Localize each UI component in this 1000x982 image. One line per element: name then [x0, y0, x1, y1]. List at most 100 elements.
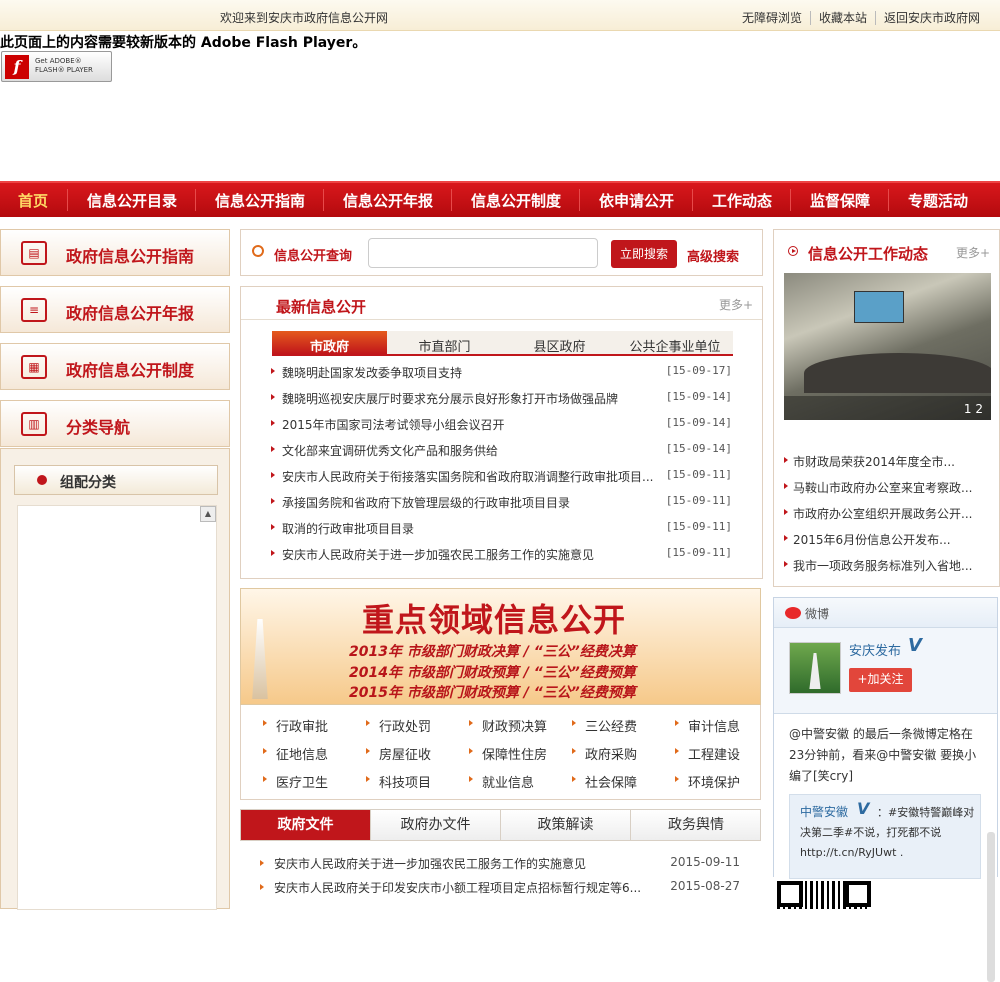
account-name[interactable]: 安庆发布 [849, 640, 901, 659]
bookmark-link[interactable]: 收藏本站 [809, 11, 875, 25]
play-icon [788, 246, 798, 256]
tab-public-enterprises[interactable]: 公共企事业单位 [617, 336, 733, 355]
advanced-search-link[interactable]: 高级搜索 [687, 246, 739, 265]
topic-link[interactable]: 三公经费 [572, 716, 637, 735]
nav-supervision[interactable]: 监督保障 [810, 190, 870, 211]
tab-county-government[interactable]: 县区政府 [502, 336, 617, 355]
topic-link[interactable]: 工程建设 [675, 744, 740, 763]
scroll-up-icon[interactable]: ▲ [200, 506, 216, 522]
topic-link[interactable]: 社会保障 [572, 772, 637, 791]
flash-icon: f [5, 55, 29, 79]
topic-link[interactable]: 征地信息 [263, 744, 328, 763]
document-search-icon: ▤ [21, 241, 47, 265]
list-item[interactable]: 2015年6月份信息公开发布... [784, 528, 991, 554]
topic-link[interactable]: 环境保护 [675, 772, 740, 791]
topic-link[interactable]: 财政预决算 [469, 716, 547, 735]
nav-home[interactable]: 首页 [18, 190, 48, 211]
banner-line: 2014年 市级部门财政预算 / “三公”经费预算 [349, 665, 636, 681]
key-areas-banner[interactable]: 重点领域信息公开 2013年 市级部门财政决算 / “三公”经费决算 2014年… [240, 588, 761, 705]
avatar[interactable] [789, 642, 841, 694]
weibo-icon [785, 607, 801, 619]
panel-title: 最新信息公开 [276, 298, 367, 316]
news-item[interactable]: 取消的行政审批项目目录 [15-09-11] [271, 517, 736, 543]
qr-code [777, 881, 871, 909]
left-system-button[interactable]: ▦ 政府信息公开制度 [0, 343, 230, 390]
topic-link[interactable]: 政府采购 [572, 744, 637, 763]
tab-city-departments[interactable]: 市直部门 [387, 336, 502, 355]
topic-link[interactable]: 保障性住房 [469, 744, 547, 763]
info-search: 信息公开查询 立即搜索 高级搜索 [240, 229, 763, 276]
meeting-photo[interactable]: 1 2 [784, 273, 991, 420]
topic-link[interactable]: 房屋征收 [366, 744, 431, 763]
more-link[interactable]: 更多+ [719, 296, 753, 313]
left-annual-report-button[interactable]: ≡ 政府信息公开年报 [0, 286, 230, 333]
list-item[interactable]: 我市一项政务服务标准列入省地... [784, 554, 991, 580]
work-dynamics-panel: 信息公开工作动态 更多+ 1 2 市财政局荣获2014年度全市... 马鞍山市政… [773, 229, 1000, 587]
topic-link[interactable]: 审计信息 [675, 716, 740, 735]
category-list: ▲ [17, 505, 217, 910]
list-item[interactable]: 市财政局荣获2014年度全市... [784, 450, 991, 476]
list-item[interactable]: 市政府办公室组织开展政务公开... [784, 502, 991, 528]
topic-link[interactable]: 科技项目 [366, 772, 431, 791]
weibo-post: @中警安徽 的最后一条微博定格在23分钟前，看来@中警安徽 要换小编了[笑cry… [789, 727, 977, 783]
calendar-icon: ▥ [21, 412, 47, 436]
document-tabs: 政府文件 政府办文件 政策解读 政务舆情 [240, 809, 761, 841]
topic-link[interactable]: 就业信息 [469, 772, 534, 791]
weibo-title: 微博 [805, 607, 830, 621]
nav-work-news[interactable]: 工作动态 [712, 190, 772, 211]
document-icon: ▦ [21, 355, 47, 379]
search-label: 信息公开查询 [274, 249, 353, 264]
banner-line: 2013年 市级部门财政决算 / “三公”经费决算 [349, 644, 636, 660]
home-site-link[interactable]: 返回安庆市政府网 [874, 11, 988, 25]
document-item[interactable]: 安庆市人民政府关于进一步加强农民工服务工作的实施意见 2015-09-11 [260, 853, 740, 877]
get-flash-player-button[interactable]: f Get ADOBE® FLASH® PLAYER [1, 51, 112, 82]
topic-link[interactable]: 医疗卫生 [263, 772, 328, 791]
search-input[interactable] [368, 238, 598, 268]
left-category-nav-header: ▥ 分类导航 [0, 400, 230, 447]
nav-annual-report[interactable]: 信息公开年报 [343, 190, 433, 211]
category-group-button[interactable]: 组配分类 [14, 465, 218, 495]
tab-office-documents[interactable]: 政府办文件 [371, 810, 501, 840]
document-item[interactable]: 安庆市人民政府关于印发安庆市小额工程项目定点招标暂行规定等6... 2015-08… [260, 877, 740, 901]
quoted-account[interactable]: 中警安徽 [800, 803, 848, 820]
nav-request[interactable]: 依申请公开 [599, 190, 674, 211]
tab-policy-interpretation[interactable]: 政策解读 [501, 810, 631, 840]
quoted-post: ：#安徽特警巅峰对决第二季#不说，打死都不说 http://t.cn/RyJUw… [789, 794, 981, 879]
search-icon [252, 245, 264, 257]
banner-line: 2015年 市级部门财政预算 / “三公”经费预算 [349, 685, 636, 701]
left-guide-button[interactable]: ▤ 政府信息公开指南 [0, 229, 230, 276]
main-nav: 首页 信息公开目录 信息公开指南 信息公开年报 信息公开制度 依申请公开 工作动… [0, 181, 1000, 217]
tab-public-opinion[interactable]: 政务舆情 [631, 810, 761, 840]
news-item[interactable]: 魏晓明赴国家发改委争取项目支持 [15-09-17] [271, 361, 736, 387]
category-panel: 组配分类 ▲ [0, 448, 230, 910]
news-item[interactable]: 承接国务院和省政府下放管理层级的行政审批项目目录 [15-09-11] [271, 491, 736, 517]
search-button[interactable]: 立即搜索 [611, 240, 677, 268]
banner-title: 重点领域信息公开 [362, 601, 627, 639]
accessibility-link[interactable]: 无障碍浏览 [734, 11, 810, 25]
list-item[interactable]: 马鞍山市政府办公室来宜考察政... [784, 476, 991, 502]
nav-guide[interactable]: 信息公开指南 [215, 190, 305, 211]
follow-button[interactable]: +加关注 [849, 668, 912, 692]
latest-tabs: 市政府 市直部门 县区政府 公共企事业单位 [272, 331, 733, 356]
panel-title: 信息公开工作动态 [808, 245, 929, 263]
latest-info-panel: 最新信息公开 更多+ 市政府 市直部门 县区政府 公共企事业单位 魏晓明赴国家发… [240, 286, 763, 579]
news-item[interactable]: 安庆市人民政府关于衔接落实国务院和省政府取消调整行政审批项目... [15-09-… [271, 465, 736, 491]
more-link[interactable]: 更多+ [956, 244, 990, 261]
scrollbar[interactable] [987, 832, 995, 982]
topic-links: 行政审批 行政处罚 财政预决算 三公经费 审计信息 征地信息 房屋征收 保障性住… [240, 705, 761, 800]
nav-system[interactable]: 信息公开制度 [471, 190, 561, 211]
news-item[interactable]: 魏晓明巡视安庆展厅时要求充分展示良好形象打开市场做强品牌 [15-09-14] [271, 387, 736, 413]
news-item[interactable]: 2015年市国家司法考试领导小组会议召开 [15-09-14] [271, 413, 736, 439]
news-item[interactable]: 文化部来宜调研优秀文化产品和服务供给 [15-09-14] [271, 439, 736, 465]
verified-icon: V [857, 799, 870, 818]
nav-special[interactable]: 专题活动 [908, 190, 968, 211]
top-bar: 欢迎来到安庆市政府信息公开网 无障碍浏览 收藏本站 返回安庆市政府网 [0, 0, 1000, 31]
topic-link[interactable]: 行政审批 [263, 716, 328, 735]
nav-catalog[interactable]: 信息公开目录 [87, 190, 177, 211]
tab-city-government[interactable]: 市政府 [272, 331, 387, 355]
tab-government-documents[interactable]: 政府文件 [241, 810, 371, 840]
slide-pager[interactable]: 1 2 [964, 402, 983, 416]
pagoda-image [252, 619, 268, 699]
news-item[interactable]: 安庆市人民政府关于进一步加强农民工服务工作的实施意见 [15-09-11] [271, 543, 736, 569]
topic-link[interactable]: 行政处罚 [366, 716, 431, 735]
